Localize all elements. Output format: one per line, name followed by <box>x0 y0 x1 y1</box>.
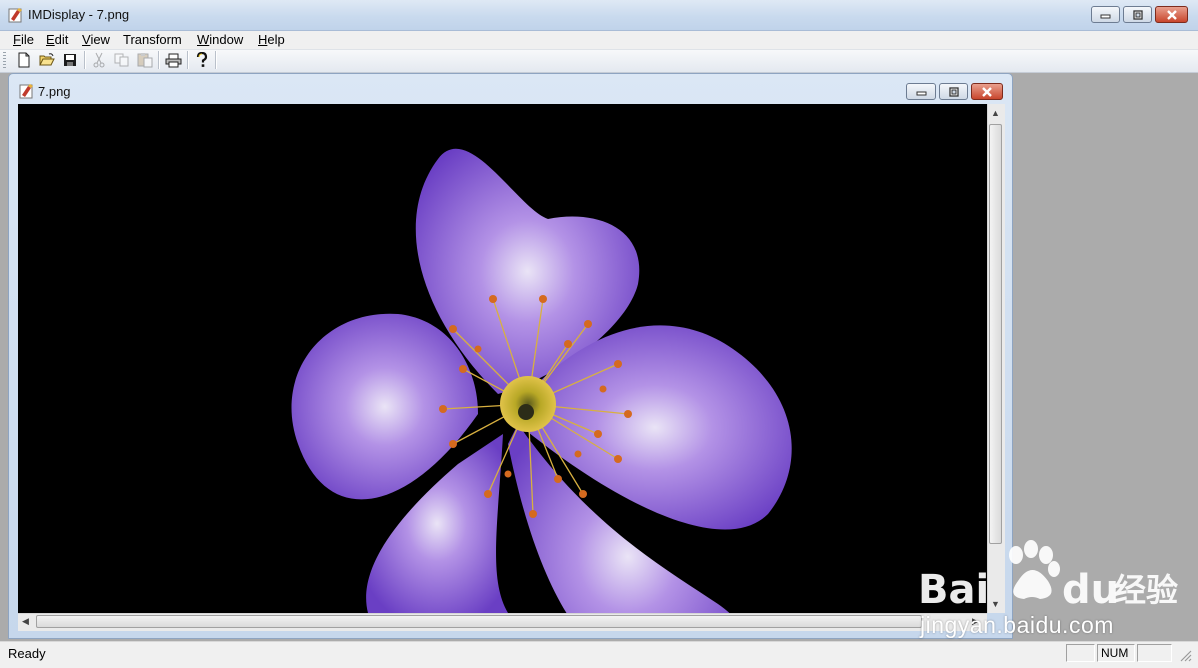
print-button[interactable] <box>164 51 182 69</box>
status-pane-caps <box>1066 644 1095 662</box>
close-button[interactable] <box>1155 6 1188 23</box>
menu-transform[interactable]: Transform <box>123 32 182 47</box>
resize-grip-icon[interactable] <box>1178 648 1192 662</box>
watermark-site-text: jingyan.baidu.com <box>920 612 1114 638</box>
printer-icon <box>165 53 181 67</box>
svg-text:du: du <box>1062 567 1119 613</box>
open-button[interactable] <box>38 51 56 69</box>
new-button[interactable] <box>15 51 33 69</box>
open-folder-icon <box>39 53 55 66</box>
minimize-button[interactable] <box>1091 6 1120 23</box>
paste-icon <box>137 53 153 68</box>
copy-button[interactable] <box>113 51 131 69</box>
restore-icon <box>1132 9 1143 20</box>
cut-scissors-icon <box>93 52 105 68</box>
minimize-icon <box>916 91 926 96</box>
toolbar-separator <box>158 51 160 69</box>
window-title: IMDisplay - 7.png <box>28 7 130 22</box>
maximize-button[interactable] <box>1123 6 1152 23</box>
toolbar-grip[interactable] <box>3 52 6 68</box>
menu-view[interactable]: View <box>82 32 110 47</box>
status-text: Ready <box>8 646 46 661</box>
save-button[interactable] <box>61 51 79 69</box>
image-document-icon <box>19 84 33 99</box>
menu-edit[interactable]: Edit <box>46 32 68 47</box>
status-bar <box>0 641 1198 668</box>
status-pane-scroll <box>1137 644 1172 662</box>
paste-button[interactable] <box>136 51 154 69</box>
title-bar[interactable] <box>0 0 1198 31</box>
new-document-icon <box>18 52 30 68</box>
menu-file[interactable]: File <box>13 32 34 47</box>
minimize-icon <box>1100 14 1111 19</box>
child-close-button[interactable] <box>971 83 1003 100</box>
child-window-title: 7.png <box>38 84 71 99</box>
scroll-up-arrow-icon[interactable]: ▲ <box>991 109 1000 118</box>
horizontal-scroll-thumb[interactable] <box>36 615 922 628</box>
child-maximize-button[interactable] <box>939 83 968 100</box>
menu-help[interactable]: Help <box>258 32 285 47</box>
maximize-icon <box>948 86 959 97</box>
help-button[interactable] <box>193 51 211 69</box>
svg-text:经验: 经验 <box>1114 571 1178 609</box>
scroll-left-arrow-icon[interactable]: ◀ <box>22 617 29 626</box>
close-icon <box>1166 9 1177 20</box>
cut-button[interactable] <box>90 51 108 69</box>
image-canvas[interactable] <box>18 104 987 613</box>
flower-image <box>18 104 987 613</box>
child-minimize-button[interactable] <box>906 83 936 100</box>
toolbar-separator <box>187 51 189 69</box>
svg-text:Bai: Bai <box>918 567 989 613</box>
toolbar-separator <box>215 51 217 69</box>
imdisplay-app-icon <box>8 8 22 23</box>
close-icon <box>982 86 992 97</box>
help-icon <box>196 52 208 67</box>
vertical-scroll-thumb[interactable] <box>989 124 1002 544</box>
copy-icon <box>114 53 129 67</box>
toolbar-separator <box>84 51 86 69</box>
status-pane-num: NUM <box>1097 644 1135 662</box>
save-disk-icon <box>64 54 76 66</box>
menu-window[interactable]: Window <box>197 32 243 47</box>
